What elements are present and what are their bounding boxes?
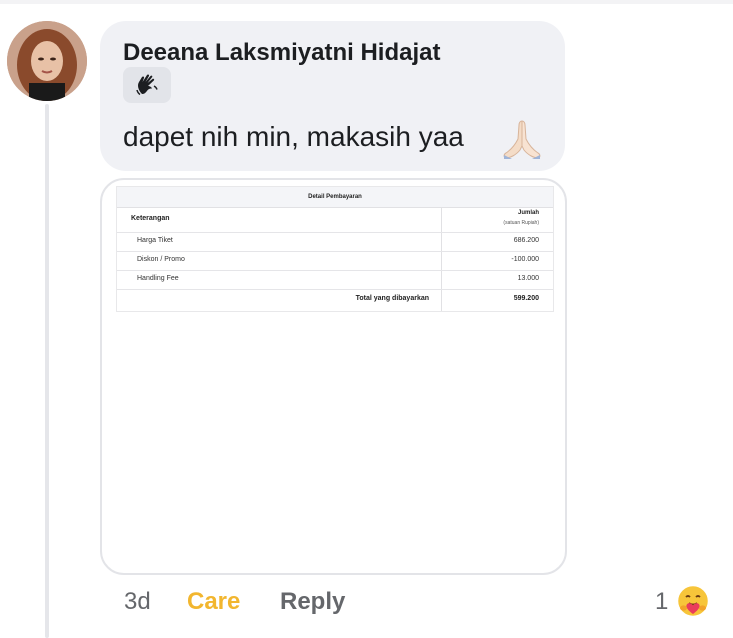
comment-bubble: Deeana Laksmiyatni Hidajat dapet nih min… xyxy=(100,21,565,171)
header-right: Jumlah xyxy=(517,210,539,216)
table-row: Handling Fee 13.000 xyxy=(117,271,553,290)
header-row: Keterangan Jumlah (satuan Rupiah) xyxy=(117,207,553,233)
header-left: Keterangan xyxy=(131,215,170,222)
header-right-sub: (satuan Rupiah) xyxy=(503,220,539,226)
row-label: Handling Fee xyxy=(137,275,179,282)
table-title: Detail Pembayaran xyxy=(308,194,362,200)
payment-detail-table: Detail Pembayaran Keterangan Jumlah (sat… xyxy=(116,186,554,312)
table-row: Diskon / Promo -100.000 xyxy=(117,252,553,271)
total-amount: 599.200 xyxy=(513,295,539,302)
reaction-count[interactable]: 1 xyxy=(655,588,668,616)
table-row: Harga Tiket 686.200 xyxy=(117,233,553,252)
avatar[interactable] xyxy=(7,21,87,101)
row-amount: -100.000 xyxy=(511,256,539,263)
row-amount: 686.200 xyxy=(513,237,539,244)
wave-hand-icon xyxy=(123,67,171,103)
total-row: Total yang dibayarkan 599.200 xyxy=(117,290,553,310)
row-amount: 13.000 xyxy=(517,275,539,282)
comment-text: dapet nih min, makasih yaa xyxy=(123,121,464,152)
avatar-image xyxy=(7,21,87,101)
top-divider xyxy=(0,0,733,4)
row-label: Harga Tiket xyxy=(137,237,173,244)
total-label: Total yang dibayarkan xyxy=(355,295,429,302)
author-name[interactable]: Deeana Laksmiyatni Hidajat xyxy=(123,39,440,67)
pray-hands-icon xyxy=(500,117,544,161)
reply-button[interactable]: Reply xyxy=(280,588,345,616)
attachment-image[interactable]: Detail Pembayaran Keterangan Jumlah (sat… xyxy=(100,178,567,575)
row-label: Diskon / Promo xyxy=(137,256,185,263)
thread-line xyxy=(45,104,49,638)
comment-time[interactable]: 3d xyxy=(124,588,151,616)
care-reaction-icon[interactable] xyxy=(676,584,710,618)
care-reaction-button[interactable]: Care xyxy=(187,588,240,616)
